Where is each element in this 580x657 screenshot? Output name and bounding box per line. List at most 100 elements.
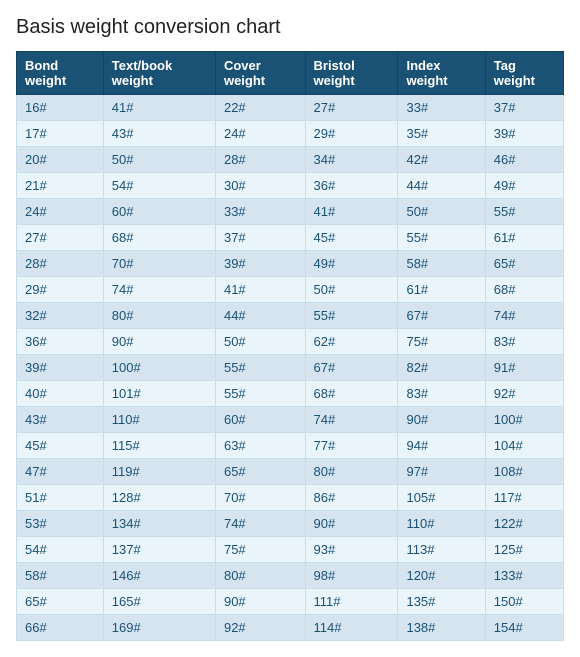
table-cell: 154#	[485, 615, 563, 641]
table-cell: 135#	[398, 589, 485, 615]
table-cell: 90#	[305, 511, 398, 537]
table-cell: 91#	[485, 355, 563, 381]
column-header: Bristol weight	[305, 52, 398, 95]
table-cell: 86#	[305, 485, 398, 511]
table-row: 65#165#90#111#135#150#	[17, 589, 564, 615]
table-cell: 115#	[103, 433, 215, 459]
table-row: 16#41#22#27#33#37#	[17, 95, 564, 121]
table-cell: 41#	[215, 277, 305, 303]
table-cell: 66#	[17, 615, 104, 641]
table-header-row: Bond weightText/book weightCover weightB…	[17, 52, 564, 95]
table-cell: 44#	[215, 303, 305, 329]
table-cell: 50#	[215, 329, 305, 355]
table-cell: 41#	[103, 95, 215, 121]
table-cell: 138#	[398, 615, 485, 641]
table-cell: 122#	[485, 511, 563, 537]
table-cell: 53#	[17, 511, 104, 537]
table-cell: 16#	[17, 95, 104, 121]
table-cell: 41#	[305, 199, 398, 225]
table-cell: 68#	[485, 277, 563, 303]
table-row: 24#60#33#41#50#55#	[17, 199, 564, 225]
table-cell: 150#	[485, 589, 563, 615]
table-cell: 104#	[485, 433, 563, 459]
table-cell: 90#	[103, 329, 215, 355]
table-cell: 90#	[398, 407, 485, 433]
table-cell: 22#	[215, 95, 305, 121]
column-header: Index weight	[398, 52, 485, 95]
table-row: 17#43#24#29#35#39#	[17, 121, 564, 147]
table-cell: 47#	[17, 459, 104, 485]
table-row: 47#119#65#80#97#108#	[17, 459, 564, 485]
table-cell: 137#	[103, 537, 215, 563]
table-cell: 110#	[398, 511, 485, 537]
table-cell: 128#	[103, 485, 215, 511]
table-cell: 100#	[103, 355, 215, 381]
table-cell: 54#	[17, 537, 104, 563]
table-cell: 39#	[485, 121, 563, 147]
column-header: Text/book weight	[103, 52, 215, 95]
table-row: 66#169#92#114#138#154#	[17, 615, 564, 641]
table-cell: 97#	[398, 459, 485, 485]
table-row: 53#134#74#90#110#122#	[17, 511, 564, 537]
table-cell: 58#	[398, 251, 485, 277]
table-cell: 83#	[398, 381, 485, 407]
page-title: Basis weight conversion chart	[16, 16, 564, 39]
table-cell: 45#	[17, 433, 104, 459]
table-cell: 110#	[103, 407, 215, 433]
table-cell: 67#	[305, 355, 398, 381]
table-cell: 75#	[398, 329, 485, 355]
table-cell: 55#	[485, 199, 563, 225]
conversion-table: Bond weightText/book weightCover weightB…	[16, 51, 564, 641]
table-cell: 27#	[305, 95, 398, 121]
table-cell: 49#	[485, 173, 563, 199]
table-cell: 68#	[103, 225, 215, 251]
table-cell: 24#	[215, 121, 305, 147]
table-cell: 111#	[305, 589, 398, 615]
table-cell: 20#	[17, 147, 104, 173]
table-cell: 65#	[215, 459, 305, 485]
table-cell: 36#	[305, 173, 398, 199]
table-cell: 80#	[305, 459, 398, 485]
table-cell: 92#	[215, 615, 305, 641]
table-cell: 74#	[305, 407, 398, 433]
table-cell: 70#	[103, 251, 215, 277]
table-cell: 50#	[103, 147, 215, 173]
table-cell: 80#	[103, 303, 215, 329]
table-cell: 28#	[215, 147, 305, 173]
table-cell: 133#	[485, 563, 563, 589]
table-cell: 108#	[485, 459, 563, 485]
table-cell: 114#	[305, 615, 398, 641]
table-cell: 134#	[103, 511, 215, 537]
table-row: 29#74#41#50#61#68#	[17, 277, 564, 303]
table-cell: 46#	[485, 147, 563, 173]
table-cell: 21#	[17, 173, 104, 199]
table-cell: 119#	[103, 459, 215, 485]
table-cell: 94#	[398, 433, 485, 459]
table-cell: 36#	[17, 329, 104, 355]
table-cell: 61#	[485, 225, 563, 251]
table-cell: 58#	[17, 563, 104, 589]
table-cell: 113#	[398, 537, 485, 563]
table-cell: 74#	[215, 511, 305, 537]
table-cell: 67#	[398, 303, 485, 329]
table-cell: 55#	[215, 381, 305, 407]
table-cell: 68#	[305, 381, 398, 407]
table-cell: 24#	[17, 199, 104, 225]
table-cell: 27#	[17, 225, 104, 251]
table-cell: 29#	[305, 121, 398, 147]
table-cell: 74#	[103, 277, 215, 303]
table-row: 51#128#70#86#105#117#	[17, 485, 564, 511]
table-cell: 33#	[215, 199, 305, 225]
table-cell: 83#	[485, 329, 563, 355]
table-cell: 51#	[17, 485, 104, 511]
table-cell: 74#	[485, 303, 563, 329]
table-row: 36#90#50#62#75#83#	[17, 329, 564, 355]
table-cell: 55#	[398, 225, 485, 251]
table-cell: 28#	[17, 251, 104, 277]
table-row: 28#70#39#49#58#65#	[17, 251, 564, 277]
table-row: 21#54#30#36#44#49#	[17, 173, 564, 199]
table-cell: 39#	[215, 251, 305, 277]
table-row: 58#146#80#98#120#133#	[17, 563, 564, 589]
table-cell: 43#	[103, 121, 215, 147]
table-cell: 125#	[485, 537, 563, 563]
